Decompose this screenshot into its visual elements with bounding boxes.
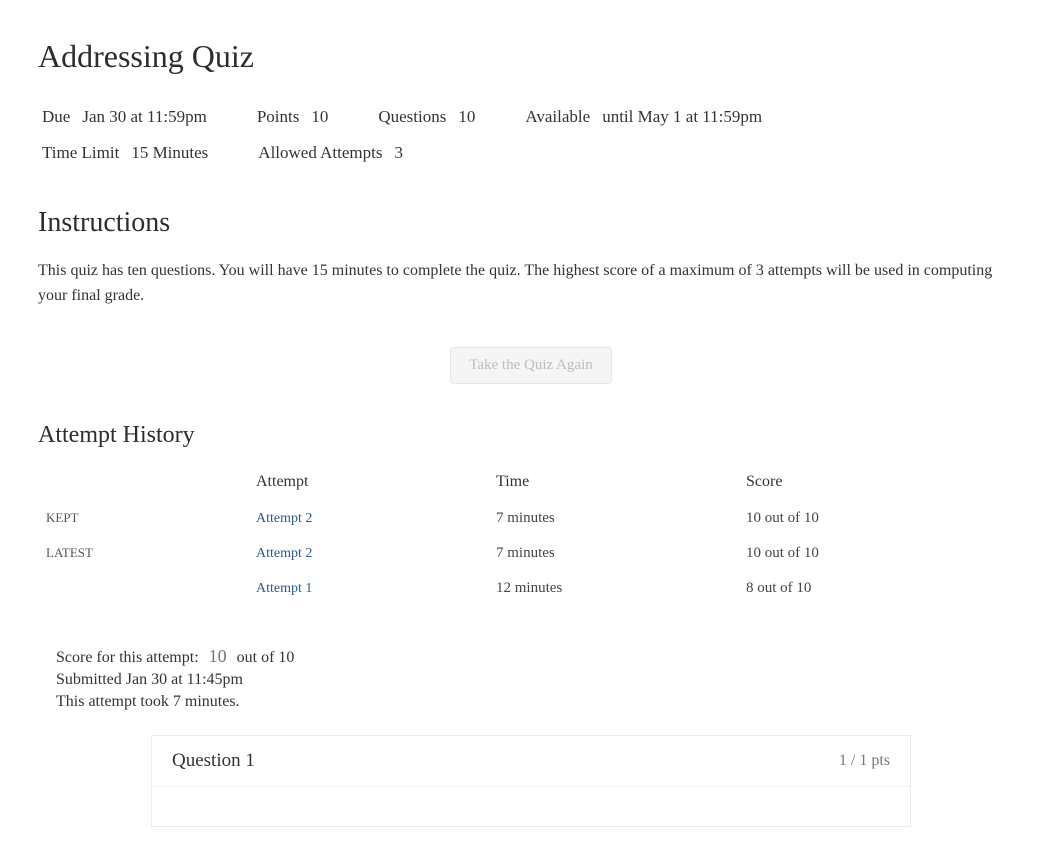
quiz-meta-row-1: Due Jan 30 at 11:59pm Points 10 Question… [38,99,1024,135]
meta-timelimit-label: Time Limit [42,143,119,163]
meta-due: Due Jan 30 at 11:59pm [42,107,207,127]
meta-timelimit-value: 15 Minutes [131,143,208,163]
row-time: 12 minutes [488,571,738,606]
submitted-line: Submitted Jan 30 at 11:45pm [56,671,1024,689]
question-title: Question 1 [172,750,255,772]
meta-available-label: Available [525,107,590,127]
meta-questions: Questions 10 [378,107,475,127]
row-tag: KEPT [38,501,248,536]
attempt-history-table: Attempt Time Score KEPT Attempt 2 7 minu… [38,463,1024,606]
meta-timelimit: Time Limit 15 Minutes [42,143,208,163]
meta-due-label: Due [42,107,70,127]
meta-due-value: Jan 30 at 11:59pm [82,107,207,127]
row-time: 7 minutes [488,536,738,571]
col-time: Time [488,463,738,501]
row-tag: LATEST [38,536,248,571]
meta-questions-label: Questions [378,107,446,127]
meta-available: Available until May 1 at 11:59pm [525,107,762,127]
quiz-meta-row-2: Time Limit 15 Minutes Allowed Attempts 3 [38,135,1024,171]
attempt-summary: Score for this attempt: 10 out of 10 Sub… [38,646,1024,711]
question-body [152,786,910,826]
question-card: Question 1 1 / 1 pts [151,735,911,827]
col-score: Score [738,463,1024,501]
attempt-link[interactable]: Attempt 2 [256,511,312,526]
meta-points-value: 10 [311,107,328,127]
instructions-text: This quiz has ten questions. You will ha… [38,259,1024,309]
meta-available-value: until May 1 at 11:59pm [602,107,762,127]
row-tag [38,571,248,606]
row-time: 7 minutes [488,501,738,536]
meta-attempts: Allowed Attempts 3 [258,143,403,163]
take-quiz-again-button[interactable]: Take the Quiz Again [450,347,612,384]
score-label: Score for this attempt: [56,649,199,666]
col-attempt: Attempt [248,463,488,501]
attempt-link[interactable]: Attempt 2 [256,546,312,561]
row-score: 10 out of 10 [738,536,1024,571]
score-value: 10 [203,646,233,666]
page-title: Addressing Quiz [38,38,1024,75]
score-suffix: out of 10 [237,649,295,666]
row-score: 8 out of 10 [738,571,1024,606]
meta-points: Points 10 [257,107,329,127]
row-score: 10 out of 10 [738,501,1024,536]
attempt-history-heading: Attempt History [38,422,1024,449]
meta-attempts-label: Allowed Attempts [258,143,382,163]
duration-line: This attempt took 7 minutes. [56,693,1024,711]
table-row: KEPT Attempt 2 7 minutes 10 out of 10 [38,501,1024,536]
instructions-heading: Instructions [38,207,1024,239]
col-tag [38,463,248,501]
meta-attempts-value: 3 [395,143,404,163]
meta-points-label: Points [257,107,300,127]
question-points: 1 / 1 pts [839,752,890,770]
table-row: Attempt 1 12 minutes 8 out of 10 [38,571,1024,606]
meta-questions-value: 10 [458,107,475,127]
attempt-link[interactable]: Attempt 1 [256,581,312,596]
table-row: LATEST Attempt 2 7 minutes 10 out of 10 [38,536,1024,571]
